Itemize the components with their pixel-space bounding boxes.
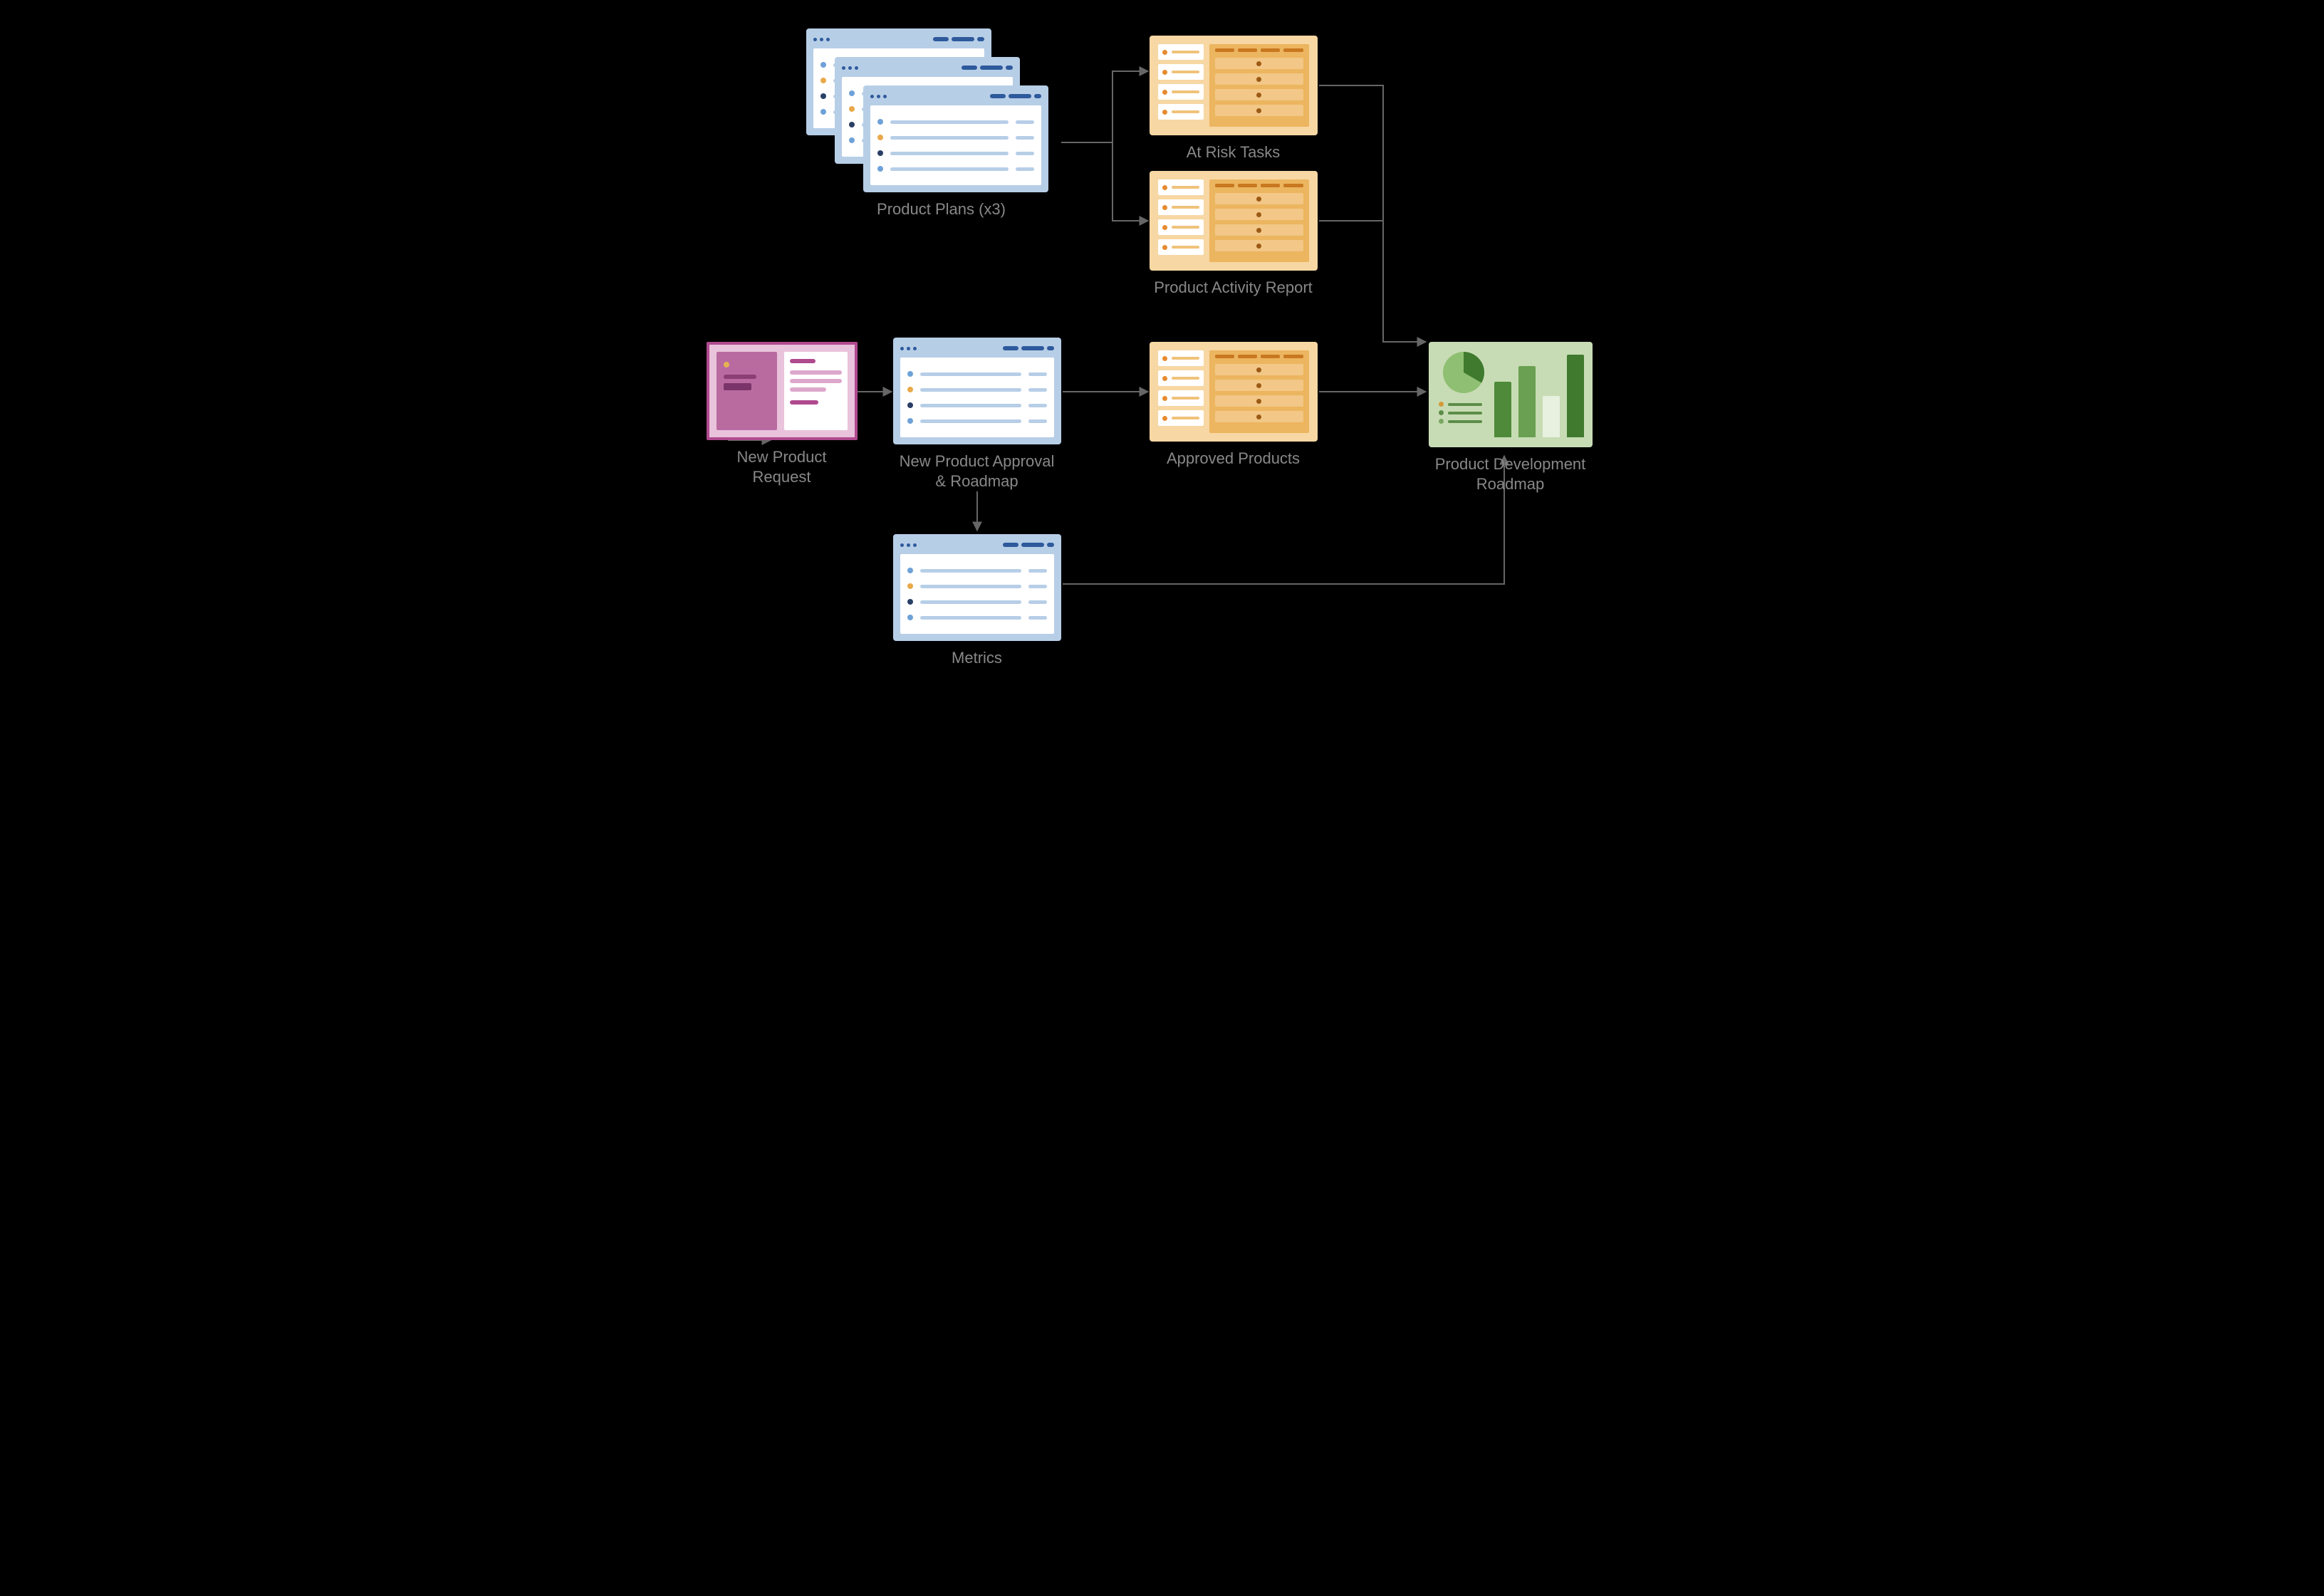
node-product-activity-report: Product Activity Report: [1150, 171, 1318, 298]
report-icon: [1150, 171, 1318, 271]
node-product-plans: Product Plans (x3): [806, 28, 1063, 219]
node-new-product-request: New Product Request: [707, 342, 858, 486]
node-label: Product Plans (x3): [849, 199, 1034, 219]
sheet-icon: [893, 534, 1061, 641]
node-label: New Product Request: [707, 447, 858, 486]
bar-chart-icon: [1494, 352, 1584, 437]
sheet-icon: [863, 85, 1048, 192]
node-label: Approved Products: [1150, 449, 1318, 469]
node-product-development-roadmap: Product Development Roadmap: [1429, 342, 1593, 494]
node-label: At Risk Tasks: [1150, 142, 1318, 162]
node-label: Product Activity Report: [1150, 278, 1318, 298]
dashboard-icon: [1429, 342, 1593, 447]
node-at-risk-tasks: At Risk Tasks: [1150, 36, 1318, 162]
pie-chart-icon: [1443, 352, 1484, 393]
report-icon: [1150, 36, 1318, 135]
report-icon: [1150, 342, 1318, 442]
node-label: New Product Approval & Roadmap: [893, 452, 1061, 491]
request-icon: [707, 342, 858, 440]
node-new-product-approval: New Product Approval & Roadmap: [893, 338, 1061, 491]
node-metrics: Metrics: [893, 534, 1061, 668]
node-label: Product Development Roadmap: [1429, 454, 1593, 494]
node-approved-products: Approved Products: [1150, 342, 1318, 469]
legend-icon: [1439, 402, 1484, 427]
diagram-canvas: Product Plans (x3) At Risk Tasks: [678, 0, 1647, 655]
node-label: Metrics: [893, 648, 1061, 668]
sheet-icon: [893, 338, 1061, 444]
